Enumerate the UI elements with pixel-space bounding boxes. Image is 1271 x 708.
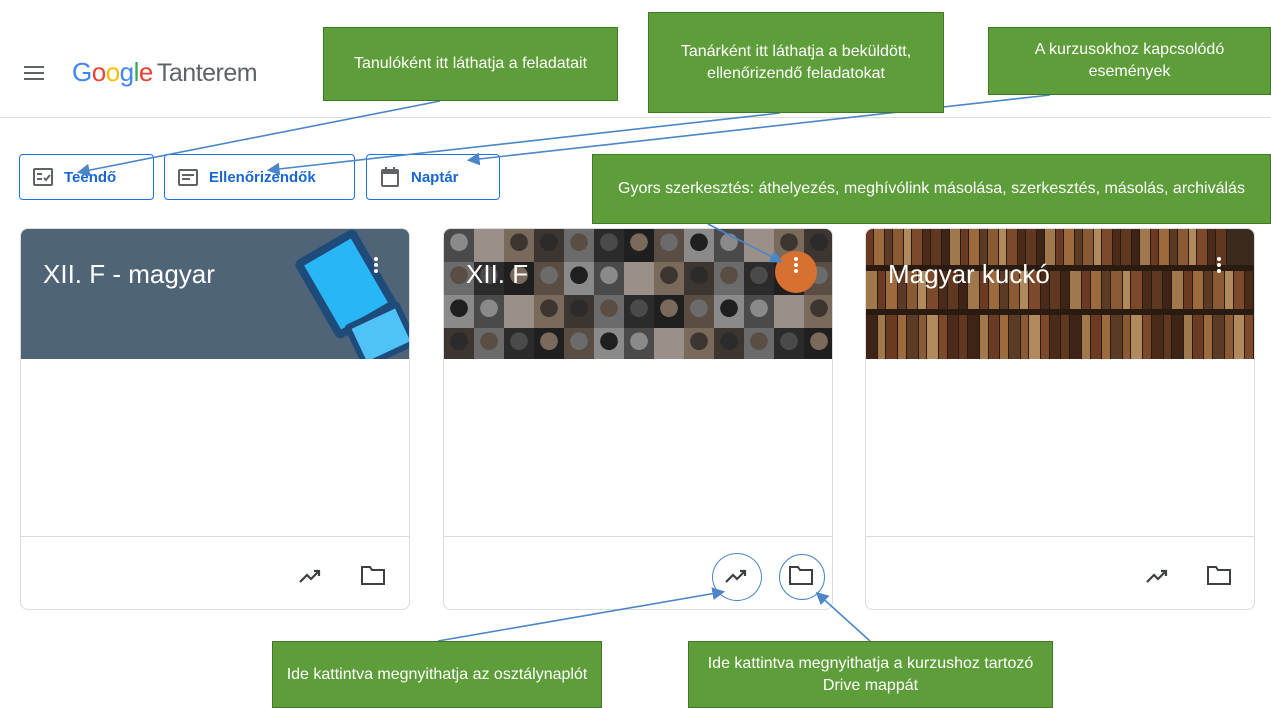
callout-quick-edit: Gyors szerkesztés: áthelyezés, meghívóli… bbox=[592, 154, 1271, 224]
callout-text: Ide kattintva megnyithatja az osztálynap… bbox=[286, 665, 588, 683]
callout-text: Gyors szerkesztés: áthelyezés, meghívóli… bbox=[618, 180, 1245, 197]
callout-text: Ide kattintva megnyithatja a kurzushoz t… bbox=[707, 654, 1034, 694]
callout-calendar-events: A kurzusokhoz kapcsolódó események bbox=[988, 27, 1271, 95]
callout-text: Tanárként itt láthatja a beküldött, elle… bbox=[680, 42, 912, 82]
callout-gradebook: Ide kattintva megnyithatja az osztálynap… bbox=[272, 641, 602, 708]
callout-drive-folder: Ide kattintva megnyithatja a kurzushoz t… bbox=[688, 641, 1053, 708]
callout-text: Tanulóként itt láthatja a feladatait bbox=[353, 55, 588, 72]
annotation-arrows bbox=[76, 94, 1051, 642]
callout-student-todo: Tanulóként itt láthatja a feladatait bbox=[323, 27, 618, 101]
callout-teacher-review: Tanárként itt láthatja a beküldött, elle… bbox=[648, 12, 944, 113]
callout-text: A kurzusokhoz kapcsolódó események bbox=[1034, 41, 1225, 80]
